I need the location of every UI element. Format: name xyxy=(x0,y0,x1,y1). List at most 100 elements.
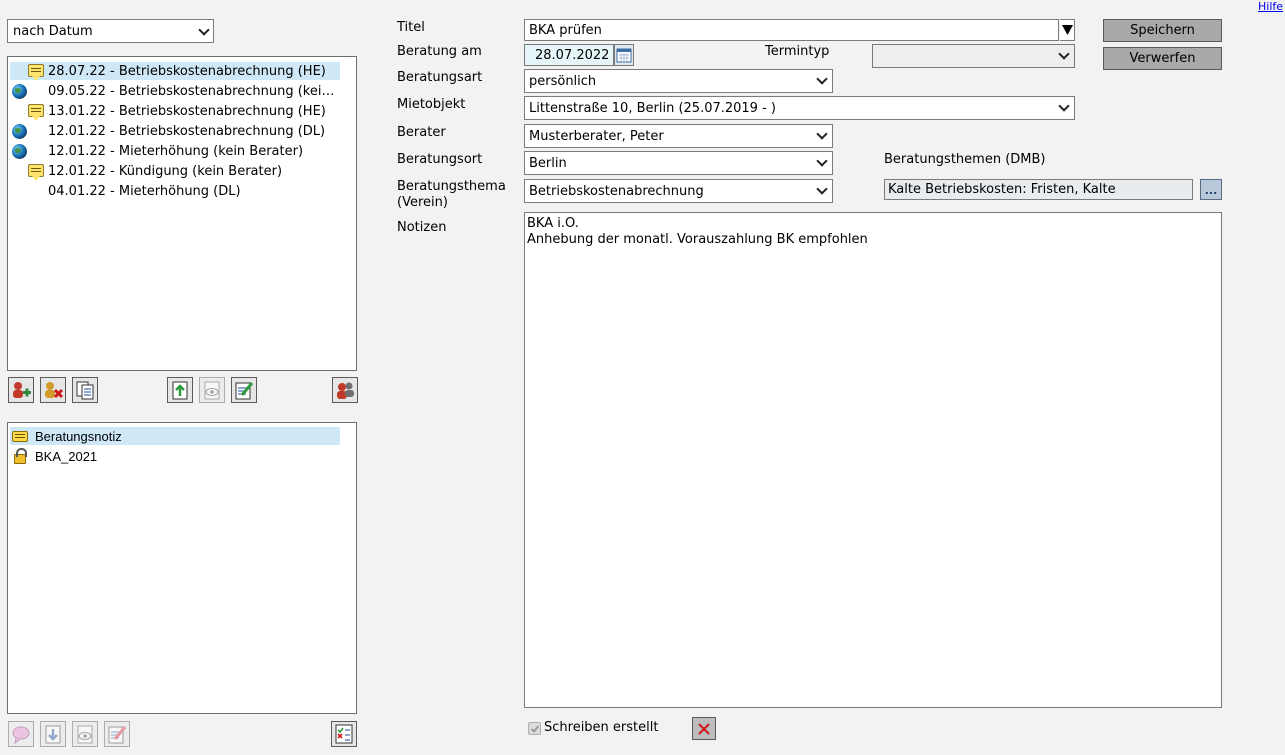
globe-icon xyxy=(12,124,27,139)
delete-button[interactable] xyxy=(692,717,716,740)
sort-select[interactable]: nach Datum xyxy=(7,19,214,43)
beratungsthema-sublabel: (Verein) xyxy=(397,195,448,210)
beratungsthema-select[interactable]: Betriebskostenabrechnung xyxy=(524,179,833,203)
date-label: Beratung am xyxy=(397,44,482,59)
beratungsort-select[interactable]: Berlin xyxy=(524,151,833,175)
triangle-down-icon xyxy=(1061,25,1073,35)
beratungsthemen-picker-button[interactable]: ... xyxy=(1200,179,1222,200)
edit-button[interactable] xyxy=(231,377,257,403)
ellipsis-label: ... xyxy=(1204,184,1218,197)
list-item[interactable]: 12.01.22 - Kündigung (kein Berater) xyxy=(8,161,356,181)
upload-button[interactable] xyxy=(167,377,193,403)
help-link[interactable]: Hilfe xyxy=(1258,0,1283,13)
mietobjekt-label: Mietobjekt xyxy=(397,97,466,112)
beratungsthemen-dmb-value: Kalte Betriebskosten: Fristen, Kalte xyxy=(888,182,1116,197)
download-button[interactable] xyxy=(40,721,66,747)
chevron-down-icon xyxy=(1058,100,1070,112)
mietobjekt-select[interactable]: Littenstraße 10, Berlin (25.07.2019 - ) xyxy=(524,96,1075,120)
list-item[interactable]: 13.01.22 - Betriebskostenabrechnung (HE) xyxy=(8,101,356,121)
edit-document-button[interactable] xyxy=(104,721,130,747)
close-icon xyxy=(698,722,710,735)
chevron-down-icon xyxy=(816,73,828,85)
schreiben-checkbox[interactable] xyxy=(528,722,541,735)
beratungsthema-value: Betriebskostenabrechnung xyxy=(529,183,704,199)
beratungsart-select[interactable]: persönlich xyxy=(524,69,833,93)
beratungsthema-label: Beratungsthema xyxy=(397,179,506,194)
lock-icon xyxy=(14,448,27,464)
eye-icon xyxy=(204,381,220,400)
message-icon xyxy=(12,431,28,442)
speech-bubble-icon xyxy=(12,726,30,745)
save-button[interactable]: Speichern xyxy=(1103,19,1222,42)
date-value: 28.07.2022 xyxy=(535,47,610,63)
eye-icon xyxy=(77,725,93,744)
termintyp-select[interactable] xyxy=(872,44,1075,68)
chevron-down-icon xyxy=(1058,48,1070,60)
checklist-icon xyxy=(335,724,353,744)
beratungsart-value: persönlich xyxy=(529,73,597,89)
notes-label: Notizen xyxy=(397,220,447,235)
delete-consultation-button[interactable] xyxy=(40,377,66,403)
title-dropdown-button[interactable] xyxy=(1060,19,1075,41)
list-item-label: Beratungsnotiz xyxy=(35,429,122,444)
discard-button-label: Verwerfen xyxy=(1129,51,1196,66)
list-item[interactable]: Beratungsnotiz xyxy=(8,426,356,446)
list-item[interactable]: 09.05.22 - Betriebskostenabrechnung (kei… xyxy=(8,81,356,101)
download-document-icon xyxy=(45,725,61,744)
note-icon xyxy=(28,64,44,81)
remove-person-icon xyxy=(45,382,64,399)
list-item-label: 28.07.22 - Betriebskostenabrechnung (HE) xyxy=(48,63,326,79)
date-picker-button[interactable] xyxy=(614,44,634,66)
termintyp-label: Termintyp xyxy=(765,44,830,59)
schreiben-label: Schreiben erstellt xyxy=(544,720,659,735)
list-item-label: 12.01.22 - Kündigung (kein Berater) xyxy=(48,163,283,179)
beratungsthemen-dmb-field[interactable]: Kalte Betriebskosten: Fristen, Kalte xyxy=(884,179,1193,200)
beratungsort-value: Berlin xyxy=(529,155,567,171)
beratungsthemen-dmb-label: Beratungsthemen (DMB) xyxy=(884,152,1046,167)
berater-label: Berater xyxy=(397,125,446,140)
list-item[interactable]: 04.01.22 - Mieterhöhung (DL) xyxy=(8,181,356,201)
edit-document-icon xyxy=(235,382,254,400)
list-item-label: 12.01.22 - Mieterhöhung (kein Berater) xyxy=(48,143,304,159)
list-item-label: 04.01.22 - Mieterhöhung (DL) xyxy=(48,183,241,199)
discard-button[interactable]: Verwerfen xyxy=(1103,47,1222,70)
list-item[interactable]: 12.01.22 - Betriebskostenabrechnung (DL) xyxy=(8,121,356,141)
date-input[interactable]: 28.07.2022 xyxy=(524,44,614,66)
title-input[interactable]: BKA prüfen xyxy=(524,19,1059,41)
berater-select[interactable]: Musterberater, Peter xyxy=(524,124,833,148)
save-button-label: Speichern xyxy=(1130,23,1195,38)
note-icon xyxy=(28,104,44,121)
edit-document-icon xyxy=(108,726,127,744)
list-item-label: 12.01.22 - Betriebskostenabrechnung (DL) xyxy=(48,123,326,139)
chevron-down-icon xyxy=(816,183,828,195)
add-consultation-button[interactable] xyxy=(8,377,34,403)
document-list[interactable]: Beratungsnotiz BKA_2021 xyxy=(7,422,357,714)
globe-icon xyxy=(12,84,27,99)
assign-advisor-button[interactable] xyxy=(332,377,358,403)
mietobjekt-value: Littenstraße 10, Berlin (25.07.2019 - ) xyxy=(529,100,776,116)
list-item[interactable]: 12.01.22 - Mieterhöhung (kein Berater) xyxy=(8,141,356,161)
preview-button[interactable] xyxy=(199,377,225,403)
upload-document-icon xyxy=(172,381,188,400)
list-item[interactable]: BKA_2021 xyxy=(8,446,356,466)
calendar-icon xyxy=(616,48,632,63)
globe-icon xyxy=(12,144,27,159)
checklist-button[interactable] xyxy=(331,721,357,747)
title-value: BKA prüfen xyxy=(529,22,602,38)
note-icon xyxy=(28,164,44,181)
documents-icon xyxy=(76,381,94,400)
copy-consultation-button[interactable] xyxy=(72,377,98,403)
view-document-button[interactable] xyxy=(72,721,98,747)
consultation-list[interactable]: 28.07.22 - Betriebskostenabrechnung (HE)… xyxy=(7,56,357,371)
beratungsort-label: Beratungsort xyxy=(397,152,483,167)
list-item-label: BKA_2021 xyxy=(35,449,98,464)
list-item[interactable]: 28.07.22 - Betriebskostenabrechnung (HE) xyxy=(8,61,356,81)
advisor-icon xyxy=(337,382,354,399)
list-item-label: 13.01.22 - Betriebskostenabrechnung (HE) xyxy=(48,103,326,119)
new-note-button[interactable] xyxy=(8,721,34,747)
berater-value: Musterberater, Peter xyxy=(529,128,664,144)
sort-select-value: nach Datum xyxy=(13,23,93,39)
add-person-icon xyxy=(13,382,31,398)
list-item-label: 09.05.22 - Betriebskostenabrechnung (kei… xyxy=(48,83,335,99)
notes-textarea[interactable]: BKA i.O. Anhebung der monatl. Vorauszahl… xyxy=(524,212,1222,708)
